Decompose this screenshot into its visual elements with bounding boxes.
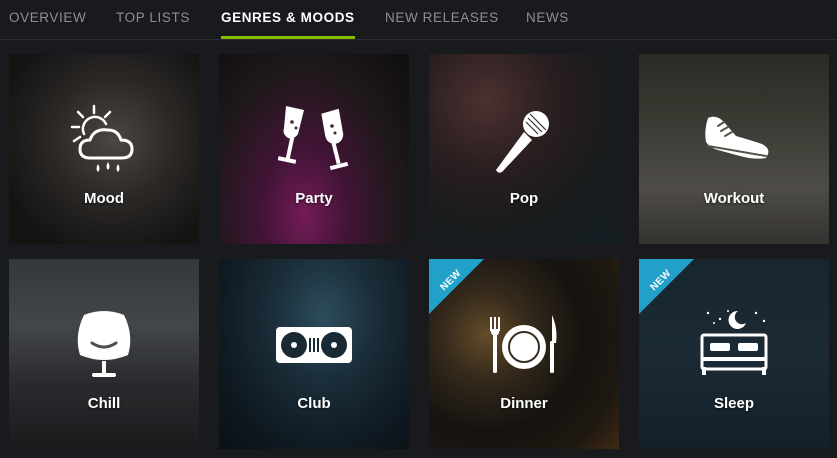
active-tab-indicator bbox=[221, 36, 355, 39]
tile-dinner[interactable]: Dinner NEW bbox=[429, 259, 619, 449]
turntables-icon bbox=[276, 327, 352, 363]
tab-overview[interactable]: OVERVIEW bbox=[9, 10, 86, 40]
tile-sleep[interactable]: Sleep NEW bbox=[639, 259, 829, 449]
tile-pop[interactable]: Pop bbox=[429, 54, 619, 244]
plate-cutlery-icon bbox=[490, 315, 557, 373]
tile-workout[interactable]: Workout bbox=[639, 54, 829, 244]
champagne-glasses-icon bbox=[277, 106, 349, 171]
tile-label: Workout bbox=[703, 190, 765, 207]
tile-chill[interactable]: Chill bbox=[9, 259, 199, 449]
tile-label: Party bbox=[295, 190, 333, 207]
tile-label: Sleep bbox=[713, 395, 755, 412]
tile-label: Club bbox=[297, 395, 331, 412]
tab-news[interactable]: NEWS bbox=[526, 10, 569, 40]
sneaker-icon bbox=[705, 116, 769, 159]
tile-club[interactable]: Club bbox=[219, 259, 409, 449]
bed-moon-icon bbox=[700, 310, 768, 375]
tile-party[interactable]: Party bbox=[219, 54, 409, 244]
new-badge: NEW bbox=[429, 259, 484, 314]
tile-label: Chill bbox=[87, 395, 121, 412]
tile-label: Pop bbox=[509, 190, 539, 207]
tab-top-lists[interactable]: TOP LISTS bbox=[116, 10, 190, 40]
egg-chair-icon bbox=[77, 311, 131, 377]
sun-cloud-rain-icon bbox=[70, 104, 134, 172]
tab-new-releases[interactable]: NEW RELEASES bbox=[385, 10, 499, 40]
microphone-icon bbox=[496, 111, 549, 173]
tile-mood[interactable]: Mood bbox=[9, 54, 199, 244]
top-nav: OVERVIEW TOP LISTS GENRES & MOODS NEW RE… bbox=[0, 0, 837, 40]
new-badge: NEW bbox=[639, 259, 694, 314]
tile-label: Mood bbox=[84, 190, 124, 207]
tile-label: Dinner bbox=[500, 395, 548, 412]
